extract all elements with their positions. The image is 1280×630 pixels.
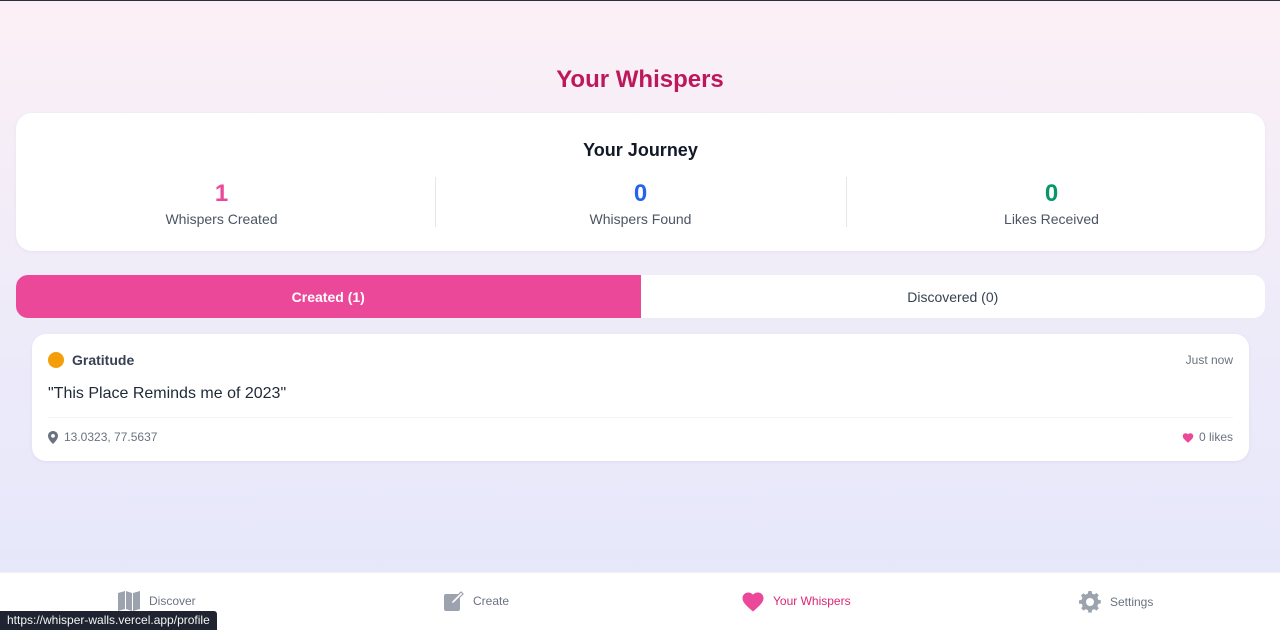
likes-count: 0 likes [1198,430,1233,444]
nav-label: Your Whispers [773,594,851,608]
page-title: Your Whispers [556,66,724,93]
whisper-tabs: Created (1) Discovered (0) [16,275,1265,318]
mood-indicator [48,352,64,368]
nav-item-create[interactable]: Create [443,590,509,612]
gear-icon [1079,591,1101,613]
stat-whispers-found: 0 Whispers Found [435,179,846,227]
window-top-border [0,0,1280,1]
heart-icon [742,592,764,612]
stat-likes-received: 0 Likes Received [846,179,1257,227]
map-icon [118,591,140,611]
nav-item-discover[interactable]: Discover [117,590,196,612]
edit-icon [444,591,464,611]
nav-item-your-whispers[interactable]: Your Whispers [741,590,851,612]
tab-created[interactable]: Created (1) [16,275,641,318]
whisper-location: 13.0323, 77.5637 [48,430,157,444]
whisper-timestamp: Just now [1185,353,1233,367]
mood-label: Gratitude [72,352,135,368]
stat-value: 0 [633,180,648,207]
stat-label: Likes Received [1004,211,1099,227]
stat-label: Whispers Found [589,211,692,227]
location-coordinates: 13.0323, 77.5637 [64,430,158,444]
nav-label: Settings [1110,595,1154,609]
journey-card: Your Journey 1 Whispers Created 0 Whispe… [16,113,1265,251]
nav-item-settings[interactable]: Settings [1078,590,1153,614]
location-pin-icon [48,430,58,444]
stat-value: 1 [214,180,229,207]
tab-discovered[interactable]: Discovered (0) [641,275,1266,318]
nav-label: Discover [149,594,196,608]
heart-icon [1182,432,1194,443]
nav-label: Create [473,594,510,608]
card-divider [48,417,1233,418]
status-bar-url: https://whisper-walls.vercel.app/profile [0,611,217,630]
whisper-likes[interactable]: 0 likes [1182,430,1233,444]
stat-whispers-created: 1 Whispers Created [16,179,427,227]
whisper-card[interactable]: Gratitude Just now "This Place Reminds m… [32,334,1249,461]
stat-value: 0 [1044,180,1059,207]
whisper-message: "This Place Reminds me of 2023" [48,385,287,402]
journey-title: Your Journey [583,140,698,160]
stat-label: Whispers Created [165,211,278,227]
